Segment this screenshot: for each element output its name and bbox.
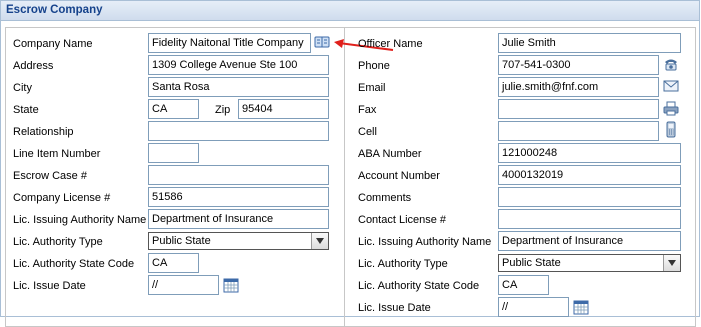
- address-book-icon[interactable]: [314, 35, 330, 52]
- email-icon[interactable]: [663, 80, 679, 95]
- contact-issuing-authority-label: Lic. Issuing Authority Name: [358, 236, 492, 248]
- authority-state-code-label: Lic. Authority State Code: [13, 258, 135, 270]
- contact-authority-type-selected: Public State: [502, 257, 561, 269]
- authority-type-label: Lic. Authority Type: [13, 236, 103, 248]
- contact-authority-state-code-input[interactable]: CA: [498, 275, 549, 295]
- zip-label: Zip: [215, 104, 231, 116]
- email-input[interactable]: julie.smith@fnf.com: [498, 77, 659, 97]
- authority-type-selected: Public State: [152, 235, 211, 247]
- aba-number-input[interactable]: 121000248: [498, 143, 681, 163]
- address-input[interactable]: 1309 College Avenue Ste 100: [148, 55, 329, 75]
- comments-label: Comments: [358, 192, 412, 204]
- comments-input[interactable]: [498, 187, 681, 207]
- fax-label: Fax: [358, 104, 377, 116]
- chevron-down-icon[interactable]: [311, 233, 328, 249]
- chevron-down-icon[interactable]: [663, 255, 680, 271]
- account-number-label: Account Number: [358, 170, 440, 182]
- email-label: Email: [358, 82, 386, 94]
- account-number-input[interactable]: 4000132019: [498, 165, 681, 185]
- contact-issue-date-input[interactable]: //: [498, 297, 569, 317]
- escrow-case-label: Escrow Case #: [13, 170, 87, 182]
- line-item-number-label: Line Item Number: [13, 148, 101, 160]
- state-label: State: [13, 104, 39, 116]
- issue-date-input[interactable]: //: [148, 275, 219, 295]
- contact-issuing-authority-input[interactable]: Department of Insurance: [498, 231, 681, 251]
- company-license-input[interactable]: 51586: [148, 187, 329, 207]
- issuing-authority-input[interactable]: Department of Insurance: [148, 209, 329, 229]
- company-license-label: Company License #: [13, 192, 111, 204]
- officer-name-label: Officer Name: [358, 38, 423, 50]
- phone-icon[interactable]: [663, 57, 679, 75]
- calendar-icon[interactable]: [223, 277, 239, 296]
- fax-icon[interactable]: [663, 101, 679, 119]
- authority-type-select[interactable]: Public State: [148, 232, 329, 250]
- zip-input[interactable]: 95404: [238, 99, 329, 119]
- contact-authority-state-code-label: Lic. Authority State Code: [358, 280, 480, 292]
- officer-name-input[interactable]: Julie Smith: [498, 33, 681, 53]
- contact-license-label: Contact License #: [358, 214, 447, 226]
- company-name-label: Company Name: [13, 38, 93, 50]
- state-input[interactable]: CA: [148, 99, 199, 119]
- city-label: City: [13, 82, 32, 94]
- issuing-authority-label: Lic. Issuing Authority Name: [13, 214, 147, 226]
- panel-title: Escrow Company: [6, 4, 103, 16]
- calendar-icon[interactable]: [573, 299, 589, 318]
- line-item-number-input[interactable]: [148, 143, 199, 163]
- escrow-case-input[interactable]: [148, 165, 329, 185]
- panel-header: Escrow Company: [1, 1, 699, 21]
- cell-phone-icon[interactable]: [665, 121, 677, 141]
- phone-label: Phone: [358, 60, 390, 72]
- authority-state-code-input[interactable]: CA: [148, 253, 199, 273]
- fax-input[interactable]: [498, 99, 659, 119]
- city-input[interactable]: Santa Rosa: [148, 77, 329, 97]
- issue-date-label: Lic. Issue Date: [13, 280, 86, 292]
- contact-authority-type-label: Lic. Authority Type: [358, 258, 448, 270]
- relationship-label: Relationship: [13, 126, 74, 138]
- company-name-input[interactable]: Fidelity Naitonal Title Company: [148, 33, 311, 53]
- contact-authority-type-select[interactable]: Public State: [498, 254, 681, 272]
- contact-issue-date-label: Lic. Issue Date: [358, 302, 431, 314]
- cell-input[interactable]: [498, 121, 659, 141]
- phone-input[interactable]: 707-541-0300: [498, 55, 659, 75]
- aba-number-label: ABA Number: [358, 148, 422, 160]
- address-label: Address: [13, 60, 54, 72]
- contact-license-input[interactable]: [498, 209, 681, 229]
- escrow-company-panel: Escrow Company Company Name Fidelity Nai…: [0, 0, 700, 327]
- cell-label: Cell: [358, 126, 377, 138]
- relationship-input[interactable]: [148, 121, 329, 141]
